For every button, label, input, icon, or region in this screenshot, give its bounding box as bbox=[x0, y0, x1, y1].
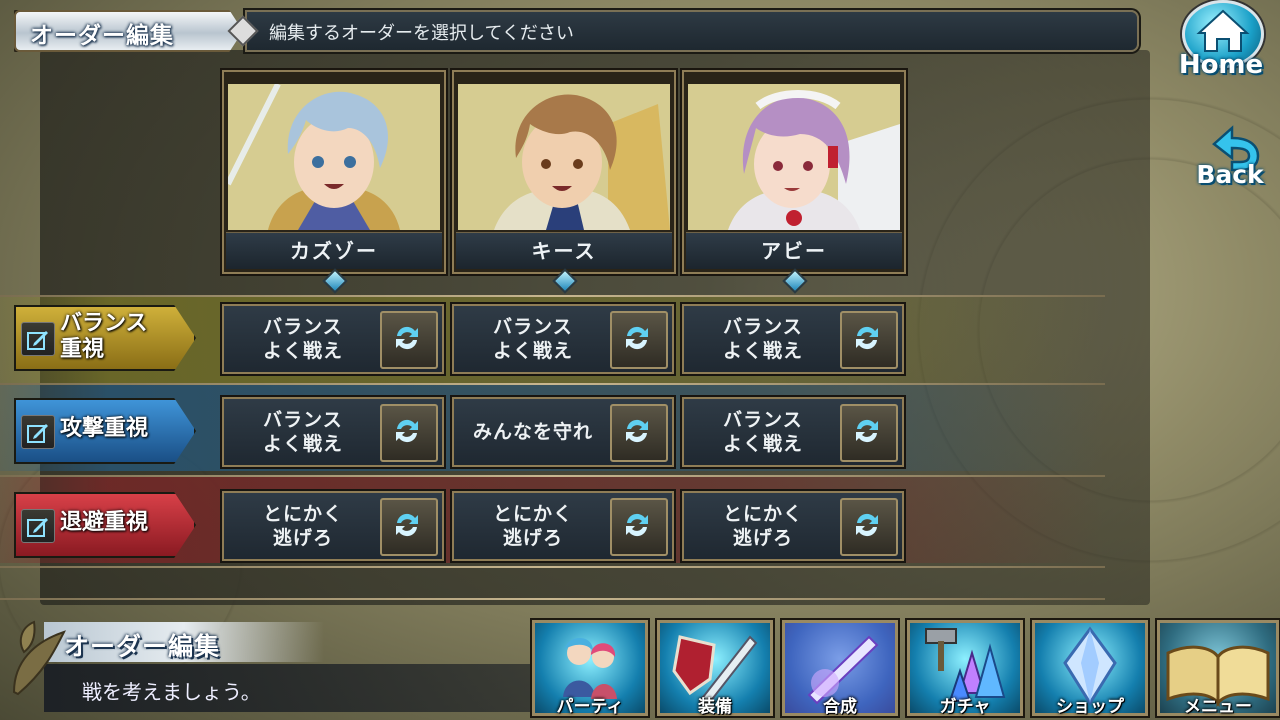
order-slot-2-3[interactable]: バランス よく戦え bbox=[682, 397, 904, 467]
swap-arrows-icon bbox=[396, 326, 418, 350]
order-slot-1-3[interactable]: バランス よく戦え bbox=[682, 304, 904, 374]
edit-icon bbox=[21, 509, 55, 543]
row-divider bbox=[0, 566, 1105, 568]
instruction-bar: 編集するオーダーを選択してください bbox=[245, 10, 1139, 52]
order-label-attack[interactable]: 攻撃重視 bbox=[14, 398, 196, 464]
swap-button[interactable] bbox=[380, 404, 438, 462]
order-slot-text: バランス よく戦え bbox=[722, 316, 803, 362]
order-slot-3-3[interactable]: とにかく 逃げろ bbox=[682, 491, 904, 561]
edit-icon bbox=[21, 322, 55, 356]
swap-arrows-icon bbox=[396, 513, 418, 537]
order-slot-2-1[interactable]: バランス よく戦え bbox=[222, 397, 444, 467]
order-slot-2-2[interactable]: みんなを守れ bbox=[452, 397, 674, 467]
character-card-3: アビー bbox=[682, 70, 906, 274]
order-slot-text: とにかく 逃げろ bbox=[492, 503, 573, 549]
swap-arrows-icon bbox=[856, 326, 878, 350]
swap-arrows-icon bbox=[626, 326, 648, 350]
character-card-1: カズゾー bbox=[222, 70, 446, 274]
order-label-balance[interactable]: バランス 重視 bbox=[14, 305, 196, 371]
back-label: Back bbox=[1196, 160, 1264, 189]
swap-arrows-icon bbox=[626, 513, 648, 537]
character-portrait-2 bbox=[458, 84, 670, 230]
message-text: 戦を考えましょう。 bbox=[82, 680, 261, 704]
character-name-3: アビー bbox=[686, 232, 902, 269]
home-label: Home bbox=[1178, 50, 1264, 80]
swap-button[interactable] bbox=[610, 311, 668, 369]
character-name-1: カズゾー bbox=[226, 232, 442, 269]
menu-label: メニュー bbox=[1184, 697, 1252, 717]
order-label-text: 退避重視 bbox=[60, 510, 149, 535]
menu-label: ショップ bbox=[1056, 697, 1124, 717]
order-slot-text: バランス よく戦え bbox=[262, 316, 343, 362]
order-slot-3-1[interactable]: とにかく 逃げろ bbox=[222, 491, 444, 561]
swap-arrows-icon bbox=[626, 419, 648, 443]
order-slot-text: みんなを守れ bbox=[472, 421, 593, 443]
swap-button[interactable] bbox=[610, 404, 668, 462]
order-slot-3-2[interactable]: とにかく 逃げろ bbox=[452, 491, 674, 561]
leaf-ornament-icon bbox=[4, 612, 74, 702]
order-slot-text: バランス よく戦え bbox=[722, 409, 803, 455]
menu-gacha-button[interactable]: ガチャ bbox=[907, 620, 1023, 717]
menu-main-button[interactable]: メニュー bbox=[1157, 620, 1279, 717]
order-slot-text: とにかく 逃げろ bbox=[722, 503, 803, 549]
home-button[interactable]: Home bbox=[1178, 0, 1264, 86]
order-label-text: 攻撃重視 bbox=[60, 416, 149, 441]
menu-label: ガチャ bbox=[939, 697, 991, 717]
order-slot-text: バランス よく戦え bbox=[492, 316, 573, 362]
order-label-text: バランス 重視 bbox=[60, 311, 148, 362]
instruction-text: 編集するオーダーを選択してください bbox=[269, 23, 574, 44]
character-portrait-3 bbox=[688, 84, 900, 230]
swap-arrows-icon bbox=[856, 513, 878, 537]
menu-fusion-button[interactable]: 合成 bbox=[782, 620, 898, 717]
menu-party-button[interactable]: パーティ bbox=[532, 620, 648, 717]
menu-equipment-button[interactable]: 装備 bbox=[657, 620, 773, 717]
swap-button[interactable] bbox=[840, 404, 898, 462]
order-slot-1-2[interactable]: バランス よく戦え bbox=[452, 304, 674, 374]
order-slot-text: とにかく 逃げろ bbox=[262, 503, 343, 549]
menu-label: パーティ bbox=[556, 697, 624, 717]
swap-button[interactable] bbox=[840, 311, 898, 369]
edit-icon bbox=[21, 415, 55, 449]
order-slot-text: バランス よく戦え bbox=[262, 409, 343, 455]
swap-button[interactable] bbox=[840, 498, 898, 556]
character-card-2: キース bbox=[452, 70, 676, 274]
message-title-plate: オーダー編集 bbox=[44, 622, 324, 662]
character-name-2: キース bbox=[456, 232, 672, 269]
swap-button[interactable] bbox=[610, 498, 668, 556]
order-slot-1-1[interactable]: バランス よく戦え bbox=[222, 304, 444, 374]
order-label-retreat[interactable]: 退避重視 bbox=[14, 492, 196, 558]
message-title: オーダー編集 bbox=[64, 632, 221, 661]
screen-title: オーダー編集 bbox=[30, 23, 174, 49]
swap-button[interactable] bbox=[380, 311, 438, 369]
screen-title-plate: オーダー編集 bbox=[14, 10, 243, 52]
character-portrait-1 bbox=[228, 84, 440, 230]
menu-label: 合成 bbox=[823, 697, 857, 717]
swap-button[interactable] bbox=[380, 498, 438, 556]
back-button[interactable]: Back bbox=[1192, 122, 1268, 198]
menu-label: 装備 bbox=[698, 697, 732, 717]
row-divider bbox=[0, 598, 1105, 600]
swap-arrows-icon bbox=[856, 419, 878, 443]
swap-arrows-icon bbox=[396, 419, 418, 443]
menu-shop-button[interactable]: ショップ bbox=[1032, 620, 1148, 717]
